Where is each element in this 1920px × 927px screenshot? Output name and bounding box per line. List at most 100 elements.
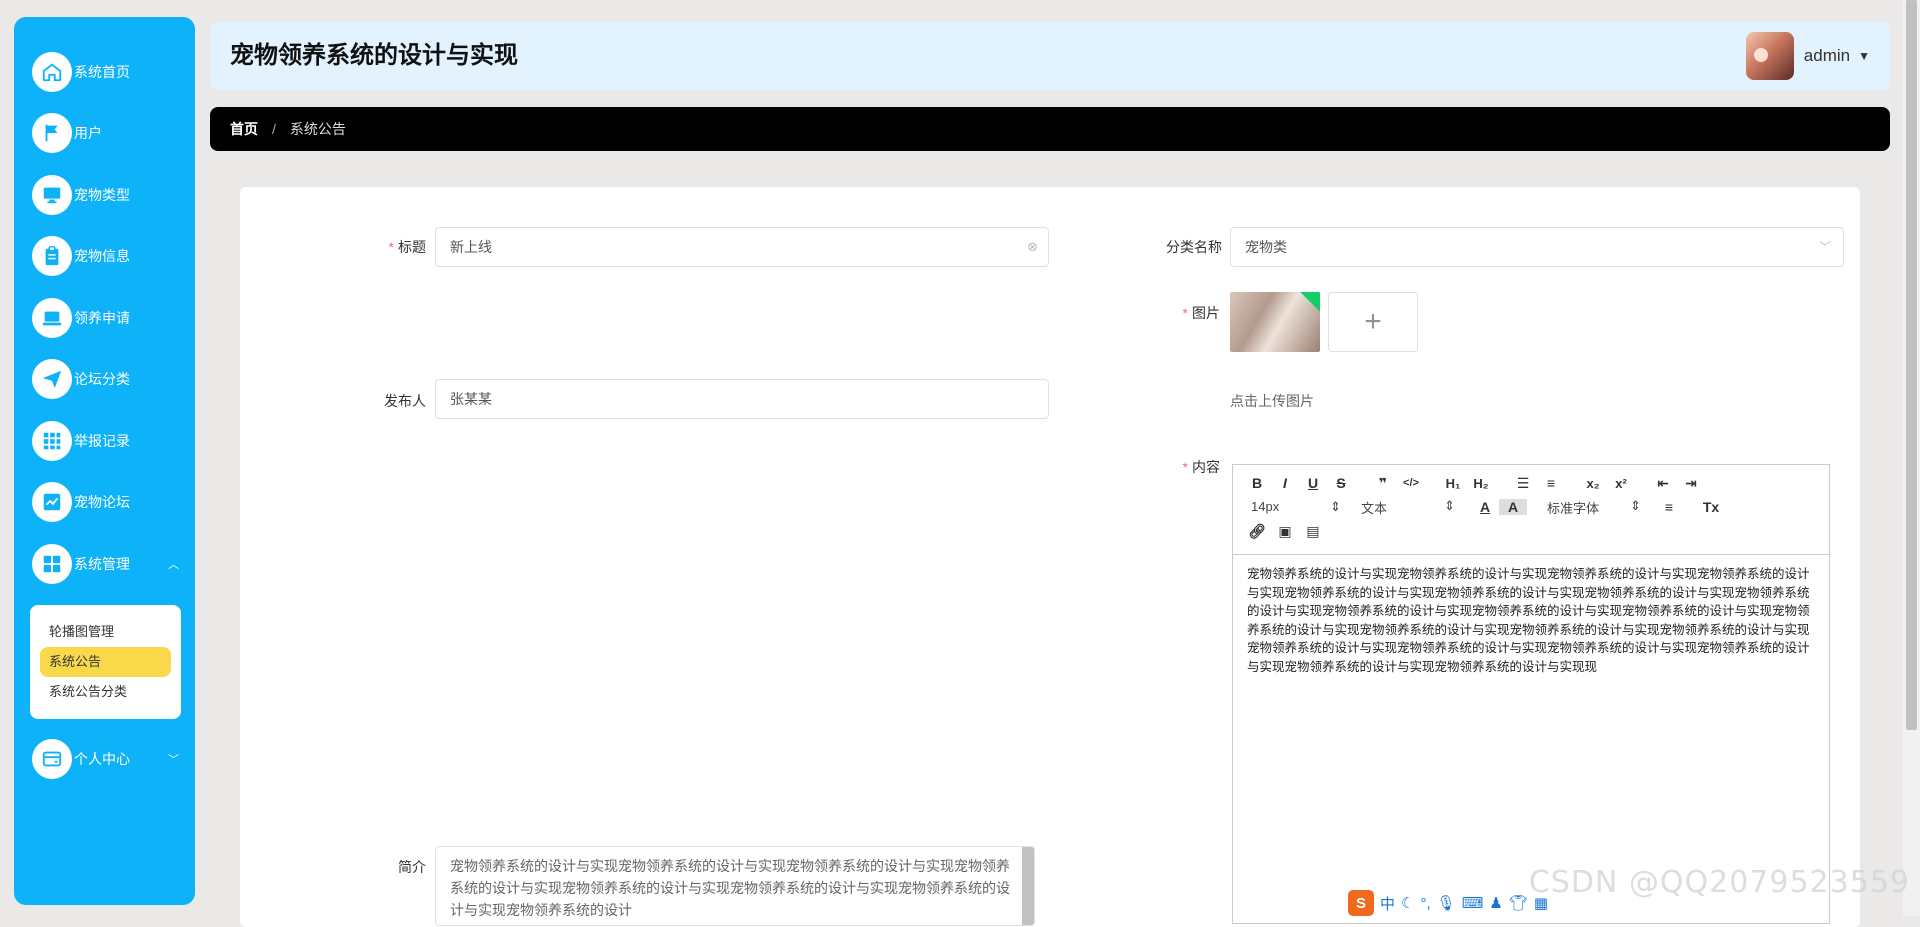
page-scrollbar-thumb[interactable]	[1906, 0, 1917, 730]
sogou-logo-icon: S	[1348, 890, 1374, 916]
apps-icon	[32, 544, 72, 584]
caret-down-icon[interactable]: ▼	[1858, 49, 1870, 63]
sidebar-item-label: 个人中心	[74, 749, 130, 769]
user-menu[interactable]: admin ▼	[1746, 32, 1870, 80]
bullet-list-button[interactable]: ≡	[1537, 475, 1565, 491]
indent-button[interactable]: ⇥	[1677, 475, 1705, 492]
ime-mode[interactable]: 中	[1380, 893, 1395, 914]
textarea-scrollbar[interactable]	[1022, 847, 1034, 925]
breadcrumb-home[interactable]: 首页	[230, 119, 258, 139]
underline-button[interactable]: U	[1299, 475, 1327, 491]
watermark: CSDN @QQ2079523559	[1529, 865, 1910, 900]
clear-icon[interactable]: ⊗	[1027, 228, 1038, 266]
sidebar-item-forum-category[interactable]: 论坛分类	[14, 349, 195, 411]
ordered-list-button[interactable]: ☰	[1509, 475, 1537, 492]
microphone-icon[interactable]: 🎙︎	[1437, 894, 1456, 912]
page-scrollbar[interactable]	[1903, 0, 1920, 916]
user-icon[interactable]: ♟	[1489, 894, 1502, 912]
sidebar-item-system-management[interactable]: 系统管理 ︿	[14, 533, 195, 595]
send-icon	[32, 359, 72, 399]
clear-format-button[interactable]: Tx	[1697, 499, 1725, 515]
category-select[interactable]: 宠物类 ﹀	[1230, 227, 1844, 267]
upload-hint: 点击上传图片	[1230, 391, 1314, 411]
home-icon	[32, 52, 72, 92]
sidebar-item-personal-center[interactable]: 个人中心 ﹀	[14, 729, 195, 791]
username[interactable]: admin	[1804, 46, 1850, 66]
required-mark: *	[1183, 459, 1188, 475]
sidebar-item-adoption[interactable]: 领养申请	[14, 287, 195, 349]
bold-button[interactable]: B	[1243, 475, 1271, 491]
link-icon[interactable]: 🔗︎	[1243, 523, 1271, 540]
heading1-button[interactable]: H₁	[1439, 476, 1467, 491]
category-label: 分类名称	[1102, 237, 1222, 257]
content-label: *内容	[1100, 457, 1220, 477]
updown-icon: ⇕	[1330, 499, 1341, 515]
strikethrough-button[interactable]: S	[1327, 475, 1355, 491]
system-management-submenu: 轮播图管理 系统公告 系统公告分类	[30, 605, 181, 719]
breadcrumb-current: 系统公告	[290, 119, 346, 139]
heading2-button[interactable]: H₂	[1467, 476, 1495, 491]
sidebar: 系统首页 用户 宠物类型 宠物信息 领养申请 论坛分类 举报记录	[14, 17, 195, 905]
uploaded-image-thumbnail[interactable]	[1230, 292, 1320, 352]
submenu-item-announcement-category[interactable]: 系统公告分类	[40, 677, 171, 707]
image-icon[interactable]: ▣	[1271, 523, 1299, 540]
italic-button[interactable]: I	[1271, 475, 1299, 491]
sidebar-item-label: 宠物类型	[74, 185, 130, 205]
align-button[interactable]: ≡	[1655, 499, 1683, 515]
flag-icon	[32, 113, 72, 153]
punctuation-icon[interactable]: °,	[1420, 895, 1430, 912]
image-label: *图片	[1100, 303, 1220, 323]
chevron-down-icon: ﹀	[1819, 228, 1831, 266]
grid-icon	[32, 421, 72, 461]
shirt-icon[interactable]: 👕︎	[1509, 894, 1528, 912]
video-icon[interactable]: ▤	[1299, 523, 1327, 540]
sidebar-item-label: 宠物信息	[74, 246, 130, 266]
superscript-button[interactable]: x²	[1607, 476, 1635, 491]
moon-icon[interactable]: ☾	[1401, 894, 1414, 912]
sidebar-item-label: 系统首页	[74, 62, 130, 82]
intro-textarea[interactable]: 宠物领养系统的设计与实现宠物领养系统的设计与实现宠物领养系统的设计与实现宠物领养…	[435, 846, 1035, 926]
app-title: 宠物领养系统的设计与实现	[230, 22, 518, 90]
sidebar-item-label: 系统管理	[74, 554, 130, 574]
subscript-button[interactable]: x₂	[1579, 476, 1607, 491]
avatar[interactable]	[1746, 32, 1794, 80]
rich-text-editor[interactable]: B I U S ❞ </> H₁ H₂ ☰ ≡ x₂ x² ⇤ ⇥ 14px⇕	[1232, 464, 1830, 924]
title-input-value: 新上线	[450, 239, 492, 255]
font-size-select[interactable]: 14px⇕	[1243, 499, 1341, 515]
sidebar-item-reports[interactable]: 举报记录	[14, 410, 195, 472]
keyboard-icon[interactable]: ⌨	[1462, 894, 1484, 912]
publisher-input-value: 张某某	[450, 391, 492, 407]
chart-icon	[32, 482, 72, 522]
title-input[interactable]: 新上线 ⊗	[435, 227, 1049, 267]
publisher-input[interactable]: 张某某	[435, 379, 1049, 419]
submenu-item-announcements[interactable]: 系统公告	[40, 647, 171, 677]
updown-icon: ⇕	[1630, 498, 1641, 517]
background-color-button[interactable]: A	[1499, 499, 1527, 515]
clipboard-icon	[32, 236, 72, 276]
title-label: *标题	[306, 237, 426, 257]
blockquote-button[interactable]: ❞	[1369, 475, 1397, 492]
text-type-select[interactable]: 文本⇕	[1355, 498, 1455, 517]
intro-textarea-value: 宠物领养系统的设计与实现宠物领养系统的设计与实现宠物领养系统的设计与实现宠物领养…	[450, 858, 1010, 918]
submenu-item-carousel[interactable]: 轮播图管理	[40, 617, 171, 647]
intro-label: 简介	[306, 857, 426, 877]
sidebar-item-label: 领养申请	[74, 308, 130, 328]
outdent-button[interactable]: ⇤	[1649, 475, 1677, 492]
breadcrumb: 首页 / 系统公告	[210, 107, 1890, 151]
sidebar-item-pet-forum[interactable]: 宠物论坛	[14, 472, 195, 534]
upload-image-button[interactable]: +	[1328, 292, 1418, 352]
editor-toolbar: B I U S ❞ </> H₁ H₂ ☰ ≡ x₂ x² ⇤ ⇥ 14px⇕	[1233, 465, 1829, 555]
editor-content[interactable]: 宠物领养系统的设计与实现宠物领养系统的设计与实现宠物领养系统的设计与实现宠物领养…	[1233, 555, 1829, 686]
laptop-icon	[32, 298, 72, 338]
font-family-select[interactable]: 标准字体⇕	[1541, 498, 1641, 517]
plus-icon: +	[1364, 305, 1382, 339]
category-select-value: 宠物类	[1245, 239, 1287, 255]
sidebar-item-pet-info[interactable]: 宠物信息	[14, 226, 195, 288]
sidebar-item-home[interactable]: 系统首页	[14, 41, 195, 103]
ime-toolbar[interactable]: S 中 ☾ °, 🎙︎ ⌨ ♟ 👕︎ ▦	[1348, 890, 1548, 916]
sidebar-item-users[interactable]: 用户	[14, 103, 195, 165]
sidebar-item-pet-types[interactable]: 宠物类型	[14, 164, 195, 226]
chevron-down-icon: ﹀	[168, 751, 179, 767]
code-button[interactable]: </>	[1397, 477, 1425, 489]
font-color-button[interactable]: A	[1471, 499, 1499, 515]
